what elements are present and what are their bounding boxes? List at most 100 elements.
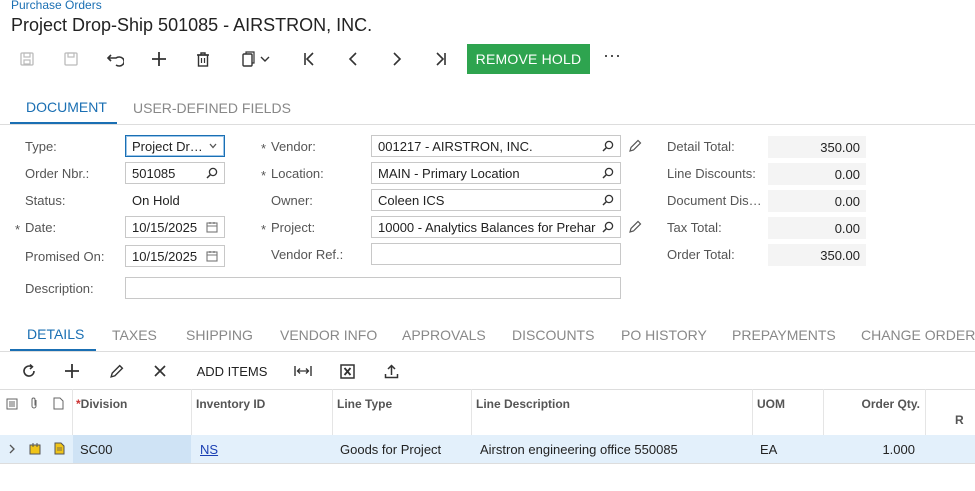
order-total-value: 350.00 bbox=[768, 244, 866, 266]
tab-change-orders[interactable]: CHANGE ORDERS bbox=[861, 327, 975, 343]
description-label: Description: bbox=[25, 281, 94, 296]
division-header-label: Division bbox=[80, 397, 128, 411]
location-field[interactable]: MAIN - Primary Location bbox=[371, 162, 621, 184]
column-header-line-description[interactable]: Line Description bbox=[476, 397, 570, 411]
cell-line-description[interactable]: Airstron engineering office 550085 bbox=[480, 442, 678, 457]
order-nbr-field[interactable]: 501085 bbox=[125, 162, 225, 184]
edit-icon[interactable] bbox=[103, 360, 129, 382]
date-field[interactable]: 10/15/2025 bbox=[125, 216, 225, 238]
search-icon[interactable] bbox=[602, 140, 614, 152]
pencil-icon[interactable] bbox=[628, 220, 642, 239]
page-title: Project Drop-Ship 501085 - AIRSTRON, INC… bbox=[11, 15, 373, 35]
export-excel-icon[interactable] bbox=[334, 360, 360, 382]
order-nbr-label: Order Nbr.: bbox=[25, 166, 90, 181]
detail-tabs-divider bbox=[0, 351, 975, 352]
calendar-icon[interactable] bbox=[206, 221, 218, 233]
cell-uom[interactable]: EA bbox=[760, 442, 777, 457]
vendor-label: Vendor: bbox=[271, 139, 316, 154]
prev-icon[interactable] bbox=[335, 45, 371, 73]
cell-inventory-id-link[interactable]: NS bbox=[200, 442, 218, 457]
type-select[interactable]: Project Dr… bbox=[125, 135, 225, 157]
detail-total-value: 350.00 bbox=[768, 136, 866, 158]
column-header-clipped[interactable]: R bbox=[955, 413, 964, 427]
tab-document[interactable]: DOCUMENT bbox=[26, 99, 107, 115]
tab-details[interactable]: DETAILS bbox=[27, 326, 84, 342]
order-total-label: Order Total: bbox=[667, 247, 735, 262]
notes-column-icon bbox=[6, 397, 18, 415]
search-icon[interactable] bbox=[602, 194, 614, 206]
column-header-uom[interactable]: UOM bbox=[757, 397, 785, 411]
calendar-icon[interactable] bbox=[206, 250, 218, 262]
delete-icon[interactable] bbox=[185, 45, 221, 73]
location-value: MAIN - Primary Location bbox=[378, 165, 520, 181]
column-separator bbox=[72, 389, 73, 435]
first-icon[interactable] bbox=[291, 45, 327, 73]
last-icon[interactable] bbox=[423, 45, 459, 73]
fit-columns-icon[interactable] bbox=[290, 360, 316, 382]
promised-on-field[interactable]: 10/15/2025 bbox=[125, 245, 225, 267]
owner-field[interactable]: Coleen ICS bbox=[371, 189, 621, 211]
add-row-icon[interactable] bbox=[59, 360, 85, 382]
project-field[interactable]: 10000 - Analytics Balances for Prehar bbox=[371, 216, 621, 238]
project-required-mark: * bbox=[261, 222, 267, 237]
cell-order-qty[interactable]: 1.000 bbox=[828, 442, 915, 457]
vendor-ref-label: Vendor Ref.: bbox=[271, 247, 344, 262]
tax-total-value: 0.00 bbox=[768, 217, 866, 239]
promised-on-value: 10/15/2025 bbox=[132, 248, 198, 264]
undo-icon[interactable] bbox=[97, 45, 133, 73]
description-field[interactable] bbox=[125, 277, 621, 299]
row-document-icon[interactable] bbox=[54, 442, 65, 460]
search-icon[interactable] bbox=[602, 221, 614, 233]
tab-po-history[interactable]: PO HISTORY bbox=[621, 327, 707, 343]
column-separator bbox=[471, 389, 472, 435]
breadcrumb[interactable]: Purchase Orders bbox=[11, 0, 102, 12]
add-items-button[interactable]: ADD ITEMS bbox=[190, 360, 274, 382]
delete-row-icon[interactable] bbox=[147, 360, 173, 382]
search-icon[interactable] bbox=[206, 167, 218, 179]
vendor-value: 001217 - AIRSTRON, INC. bbox=[378, 138, 533, 154]
column-separator bbox=[332, 389, 333, 435]
add-icon[interactable] bbox=[141, 45, 177, 73]
tax-total-label: Tax Total: bbox=[667, 220, 722, 235]
upload-icon[interactable] bbox=[378, 360, 404, 382]
date-label: Date: bbox=[25, 220, 57, 235]
next-icon[interactable] bbox=[379, 45, 415, 73]
document-column-icon bbox=[53, 397, 64, 415]
type-value: Project Dr… bbox=[132, 138, 203, 154]
row-note-icon[interactable] bbox=[29, 442, 41, 460]
vendor-required-mark: * bbox=[261, 141, 267, 156]
promised-on-label: Promised On: bbox=[25, 249, 105, 264]
cell-division[interactable]: SC00 bbox=[80, 442, 113, 457]
vendor-ref-field[interactable] bbox=[371, 243, 621, 265]
tab-user-defined-fields[interactable]: USER-DEFINED FIELDS bbox=[133, 100, 291, 116]
column-header-order-qty[interactable]: Order Qty. bbox=[828, 397, 920, 411]
column-header-division[interactable]: *Division bbox=[76, 397, 127, 411]
cell-line-type[interactable]: Goods for Project bbox=[340, 442, 441, 457]
tab-vendor-info[interactable]: VENDOR INFO bbox=[280, 327, 377, 343]
tab-discounts[interactable]: DISCOUNTS bbox=[512, 327, 594, 343]
more-actions-icon[interactable]: ⋯ bbox=[603, 46, 622, 67]
refresh-icon[interactable] bbox=[16, 360, 42, 382]
detail-total-label: Detail Total: bbox=[667, 139, 735, 154]
row-expand-chevron-icon[interactable] bbox=[7, 442, 17, 460]
save-close-icon[interactable] bbox=[9, 45, 45, 73]
owner-value: Coleen ICS bbox=[378, 192, 445, 208]
column-separator bbox=[823, 389, 824, 435]
location-label: Location: bbox=[271, 166, 324, 181]
column-header-inventory-id[interactable]: Inventory ID bbox=[196, 397, 265, 411]
tab-prepayments[interactable]: PREPAYMENTS bbox=[732, 327, 836, 343]
save-icon[interactable] bbox=[53, 45, 89, 73]
date-value: 10/15/2025 bbox=[132, 219, 198, 235]
vendor-field[interactable]: 001217 - AIRSTRON, INC. bbox=[371, 135, 621, 157]
attachment-column-icon bbox=[29, 397, 39, 415]
tab-taxes[interactable]: TAXES bbox=[112, 327, 157, 343]
column-separator bbox=[925, 389, 926, 435]
tab-shipping[interactable]: SHIPPING bbox=[186, 327, 253, 343]
copy-icon[interactable] bbox=[232, 45, 280, 73]
tab-approvals[interactable]: APPROVALS bbox=[402, 327, 486, 343]
remove-hold-button[interactable]: REMOVE HOLD bbox=[467, 44, 590, 74]
search-icon[interactable] bbox=[602, 167, 614, 179]
pencil-icon[interactable] bbox=[628, 139, 642, 158]
column-separator bbox=[752, 389, 753, 435]
column-header-line-type[interactable]: Line Type bbox=[337, 397, 392, 411]
